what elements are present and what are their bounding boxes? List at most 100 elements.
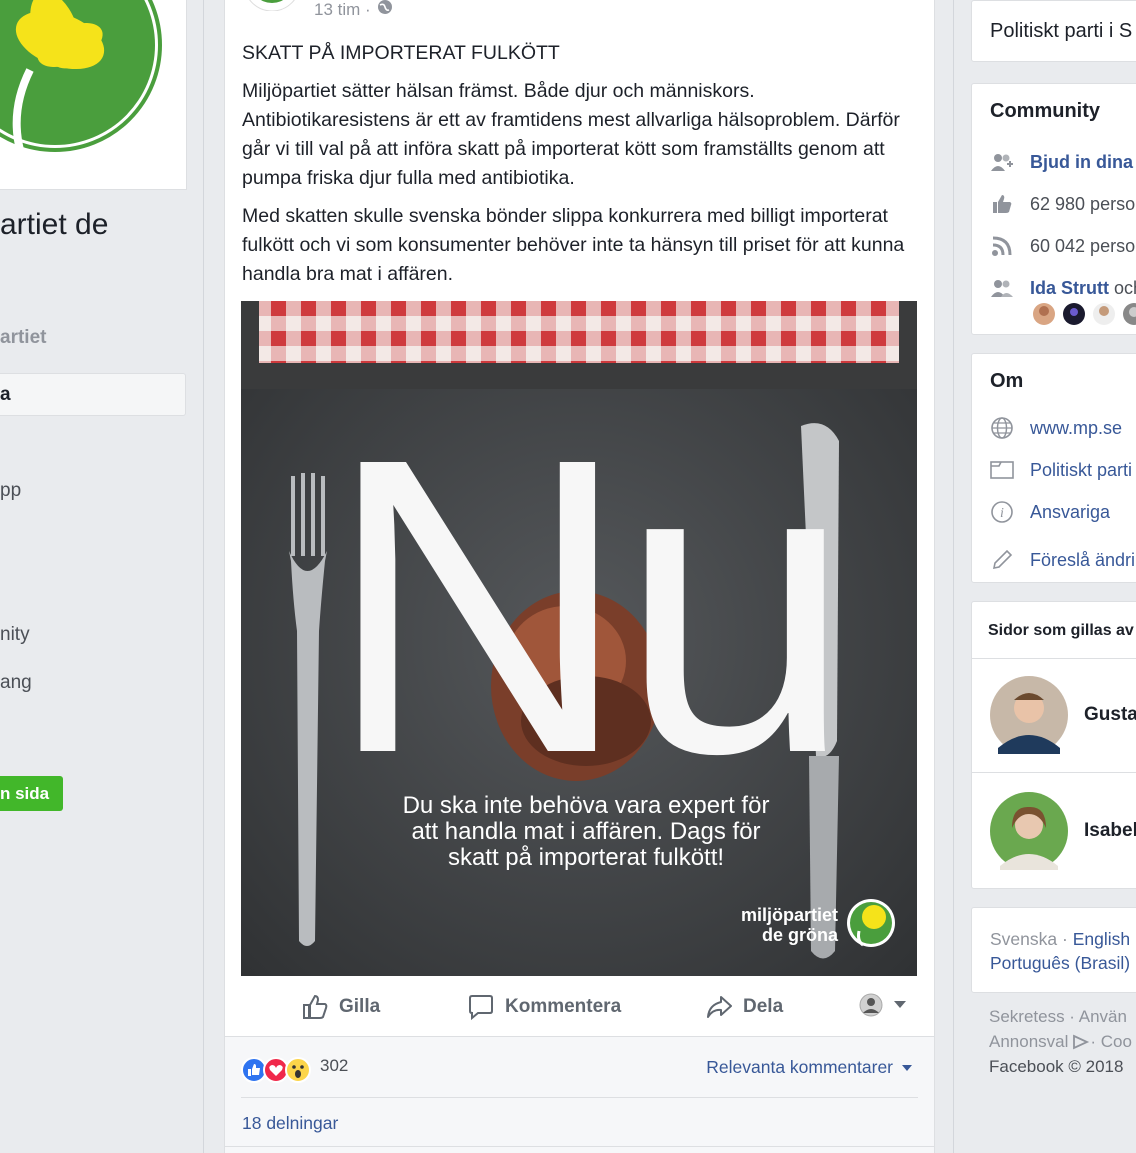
suggest-edit-row[interactable]: Föreslå ändri xyxy=(990,548,1135,572)
globe-icon xyxy=(377,0,393,20)
language-link-portuguese[interactable]: Português (Brasil) xyxy=(990,953,1130,973)
invite-friends-link[interactable]: Bjud in dina xyxy=(1030,152,1133,173)
liked-pages-title: Sidor som gillas av xyxy=(988,622,1134,639)
category-box: Politiskt parti i S xyxy=(971,0,1136,62)
category-link[interactable]: Politiskt parti xyxy=(1030,460,1132,481)
info-icon: i xyxy=(990,500,1014,524)
avatar xyxy=(1093,303,1115,325)
liked-page-item[interactable]: Isabel xyxy=(990,792,1136,870)
likes-count: 62 980 perso xyxy=(1030,193,1136,214)
audience-selector[interactable] xyxy=(859,993,907,1017)
left-column: artiet de artiet a pp nity ang n sida xyxy=(0,0,204,1153)
current-language: Svenska xyxy=(990,929,1058,949)
ad-choices-link[interactable]: Annonsval xyxy=(989,1032,1068,1052)
miljopartiet-logo xyxy=(0,0,162,152)
reaction-count[interactable]: 302 xyxy=(320,1056,348,1076)
avatar xyxy=(1123,303,1136,325)
wow-reaction-icon xyxy=(285,1057,311,1083)
comment-label: Kommentera xyxy=(505,996,622,1017)
user-avatar xyxy=(859,993,883,1017)
about-title: Om xyxy=(990,370,1024,392)
avatar xyxy=(1063,303,1085,325)
friend-avatars[interactable] xyxy=(1032,302,1136,326)
website-row[interactable]: www.mp.se xyxy=(990,416,1122,440)
image-big-text: Nu xyxy=(326,372,843,841)
separator: · xyxy=(1057,929,1073,949)
thumbs-up-icon xyxy=(303,994,328,1019)
divider xyxy=(241,1097,918,1098)
nav-item-groups[interactable]: pp xyxy=(0,480,21,502)
suggest-edit-link[interactable]: Föreslå ändri xyxy=(1030,550,1135,571)
cookies-link[interactable]: · Coo xyxy=(1090,1032,1132,1052)
comment-button[interactable]: Kommentera xyxy=(467,993,621,1021)
post-card: 13 tim · SKATT PÅ IMPORTERAT FULKÖTT Mil… xyxy=(224,0,935,1153)
avatar xyxy=(1033,303,1055,325)
page-username: artiet xyxy=(0,327,47,348)
nav-item-community[interactable]: nity xyxy=(0,624,30,646)
category-row[interactable]: Politiskt parti xyxy=(990,458,1132,482)
like-label: Gilla xyxy=(339,996,381,1017)
time-text[interactable]: 13 tim · xyxy=(314,0,371,20)
language-link-english[interactable]: English xyxy=(1073,929,1130,949)
image-logo-text: de gröna xyxy=(762,925,839,945)
post-timestamp[interactable]: 13 tim · xyxy=(314,0,393,20)
speech-bubble-icon xyxy=(469,995,493,1021)
responsible-link[interactable]: Ansvariga xyxy=(1030,502,1110,523)
responsible-row[interactable]: i Ansvariga xyxy=(990,500,1110,524)
liked-page-name[interactable]: Isabel xyxy=(1084,820,1136,842)
category-icon xyxy=(990,458,1014,482)
liked-page-name[interactable]: Gusta xyxy=(1084,704,1136,726)
share-button[interactable]: Dela xyxy=(705,993,783,1021)
divider xyxy=(953,0,954,1153)
invite-friends-row[interactable]: Bjud in dina xyxy=(990,150,1133,174)
nav-item-info[interactable]: ang xyxy=(0,672,32,694)
nav-item-home[interactable]: a xyxy=(0,373,186,416)
divider xyxy=(972,658,1136,659)
community-box: Community Bjud in dina 62 980 perso 60 0… xyxy=(971,83,1136,335)
image-caption-line: att handla mat i affären. Dags för xyxy=(411,818,760,845)
friends-like-row: Ida Strutt och xyxy=(990,276,1136,300)
like-button[interactable]: Gilla xyxy=(301,993,380,1021)
create-page-button[interactable]: n sida xyxy=(0,776,63,811)
friend-suffix: och xyxy=(1114,277,1136,298)
ad-choices-icon xyxy=(1073,1034,1090,1050)
avatar xyxy=(990,676,1068,754)
image-logo-text: miljöpartiet xyxy=(741,905,838,925)
likes-row: 62 980 perso xyxy=(990,192,1135,216)
profile-picture-box[interactable] xyxy=(0,0,187,190)
post-actions-bar: Gilla Kommentera Dela xyxy=(225,981,934,1037)
svg-text:i: i xyxy=(1000,506,1004,521)
community-title: Community xyxy=(990,100,1100,122)
share-label: Dela xyxy=(743,996,784,1017)
liked-page-item[interactable]: Gusta xyxy=(990,676,1136,754)
page-name[interactable]: artiet de xyxy=(0,208,108,242)
website-link[interactable]: www.mp.se xyxy=(1030,418,1122,439)
avatar xyxy=(990,792,1068,870)
shares-count[interactable]: 18 delningar xyxy=(242,1113,338,1134)
mp-logo-icon xyxy=(847,899,895,947)
friend-name-link[interactable]: Ida Strutt xyxy=(1030,278,1109,298)
comment-sort-label: Relevanta kommentarer xyxy=(706,1057,893,1077)
follows-row: 60 042 perso xyxy=(990,234,1135,258)
caret-down-icon xyxy=(894,1001,906,1008)
reaction-icons[interactable] xyxy=(241,1057,311,1083)
rss-icon xyxy=(990,234,1014,258)
share-arrow-icon xyxy=(707,996,732,1018)
comment-sort-dropdown[interactable]: Relevanta kommentarer xyxy=(706,1057,913,1078)
post-avatar[interactable] xyxy=(242,0,302,12)
follows-count: 60 042 perso xyxy=(1030,235,1136,256)
footer-links[interactable]: Sekretess · Använ xyxy=(989,1007,1127,1027)
about-box: Om www.mp.se Politiskt parti i Ansvariga… xyxy=(971,353,1136,583)
ad-choices-row[interactable]: Annonsval · Coo xyxy=(989,1032,1132,1052)
invite-friends-icon xyxy=(990,150,1014,174)
reactions-section: 302 Relevanta kommentarer 18 delningar xyxy=(225,1037,934,1153)
divider xyxy=(203,0,204,1153)
globe-icon xyxy=(990,416,1014,440)
divider xyxy=(225,1146,934,1147)
liked-pages-box: Sidor som gillas av Gusta Isabel xyxy=(971,601,1136,889)
thumbs-up-icon xyxy=(990,192,1014,216)
image-caption-line: Du ska inte behöva vara expert för xyxy=(403,792,770,819)
post-image[interactable]: Nu Du ska inte behöva vara expert för at… xyxy=(241,301,917,976)
caret-down-icon xyxy=(902,1064,912,1071)
image-caption-line: skatt på importerat fulkött! xyxy=(448,844,724,871)
